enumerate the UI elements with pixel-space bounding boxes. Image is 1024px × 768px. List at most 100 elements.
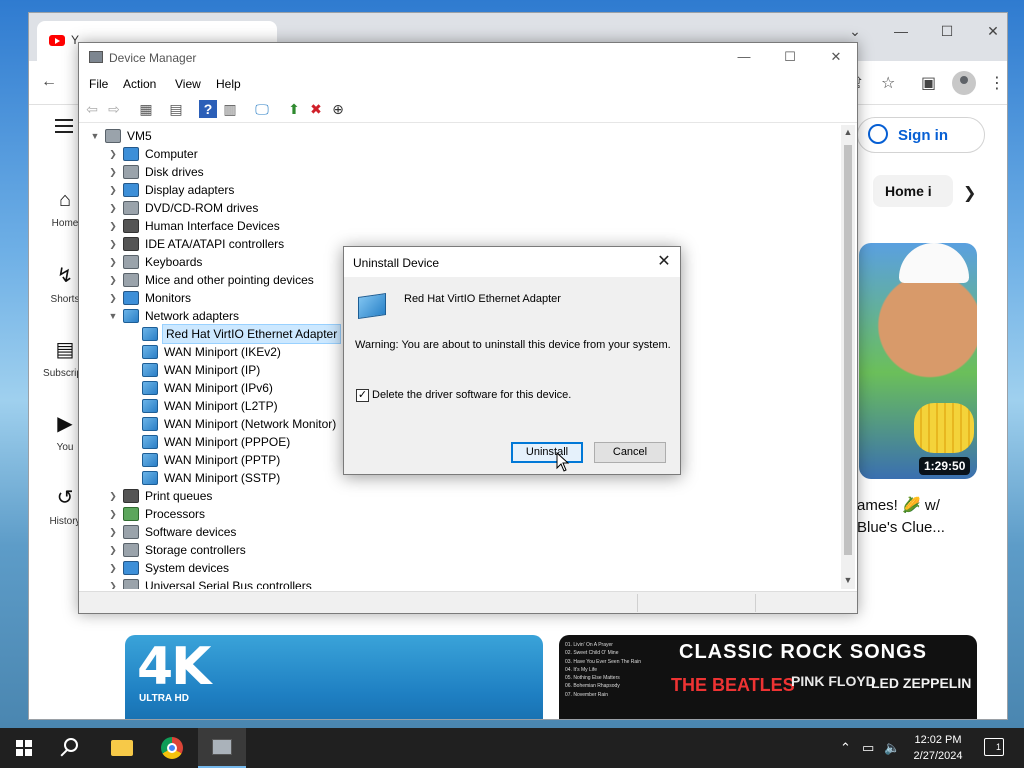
maximize-icon[interactable]: ☐: [933, 23, 961, 40]
notification-icon[interactable]: 1: [984, 738, 1004, 756]
file-explorer-button[interactable]: [98, 728, 146, 768]
back-icon[interactable]: ←: [41, 73, 57, 91]
scan-hardware-icon[interactable]: 🖵: [253, 100, 271, 118]
collapse-icon[interactable]: ▼: [89, 127, 101, 145]
start-button[interactable]: [0, 728, 48, 768]
song-item: 02. Sweet Child O' Mine: [565, 650, 619, 657]
bookmark-star-icon[interactable]: ☆: [881, 73, 895, 93]
expand-icon[interactable]: ❯: [107, 145, 119, 163]
device-manager-icon: [212, 739, 232, 755]
uninstall-device-icon[interactable]: ✖: [307, 100, 325, 118]
chip-home[interactable]: Home i: [873, 175, 953, 207]
expand-icon[interactable]: ❯: [107, 199, 119, 217]
dialog-title-bar: Uninstall Device ✕: [344, 247, 680, 277]
menu-kebab-icon[interactable]: ⋮: [989, 73, 1005, 93]
expand-icon[interactable]: ❯: [107, 505, 119, 523]
tree-label: WAN Miniport (SSTP): [164, 471, 281, 485]
scroll-up-icon[interactable]: ▲: [841, 127, 855, 137]
expand-icon[interactable]: ❯: [107, 559, 119, 577]
network-icon[interactable]: ▭: [862, 740, 874, 756]
tab-search-icon[interactable]: ⌄: [841, 23, 869, 40]
expand-icon[interactable]: ❯: [107, 217, 119, 235]
minimize-icon[interactable]: —: [887, 23, 915, 39]
device-manager-icon: [89, 51, 103, 63]
dialog-device-name: Red Hat VirtIO Ethernet Adapter: [404, 293, 561, 305]
expand-icon[interactable]: ❯: [107, 163, 119, 181]
sign-in-button[interactable]: Sign in: [857, 117, 985, 153]
delete-driver-checkbox[interactable]: ✓: [356, 389, 369, 402]
hamburger-menu-icon[interactable]: [55, 119, 73, 133]
disable-device-icon[interactable]: ⊕: [329, 100, 347, 118]
menu-file[interactable]: File: [89, 77, 108, 91]
dialog-warning: Warning: You are about to uninstall this…: [355, 339, 671, 351]
vertical-scrollbar[interactable]: ▲ ▼: [841, 125, 855, 589]
close-icon[interactable]: ✕: [654, 252, 674, 272]
video-thumbnail-4k[interactable]: 4K ULTRA HD: [125, 635, 543, 719]
tree-label: WAN Miniport (L2TP): [164, 399, 278, 413]
device-category-icon: [123, 147, 139, 161]
device-category-icon: [142, 399, 158, 413]
update-driver-icon[interactable]: ⬆: [285, 100, 303, 118]
maximize-icon[interactable]: ☐: [767, 49, 813, 65]
device-manager-taskbar-button[interactable]: [198, 728, 246, 768]
resources-icon[interactable]: ▥: [221, 100, 239, 118]
chrome-icon: [161, 737, 183, 759]
delete-driver-label[interactable]: Delete the driver software for this devi…: [372, 389, 571, 401]
close-icon[interactable]: ✕: [813, 49, 859, 65]
thumbnail-uhd-text: ULTRA HD: [139, 693, 189, 704]
menu-view[interactable]: View: [175, 77, 201, 91]
volume-muted-icon[interactable]: 🔈: [884, 740, 900, 756]
device-category-icon: [123, 183, 139, 197]
properties-icon[interactable]: ▤: [167, 100, 185, 118]
minimize-icon[interactable]: —: [721, 49, 767, 64]
expand-icon[interactable]: ❯: [107, 541, 119, 559]
clock[interactable]: 12:02 PM 2/27/2024: [900, 732, 976, 764]
uninstall-button[interactable]: Uninstall: [511, 442, 583, 463]
chevron-right-icon[interactable]: ❯: [963, 183, 976, 203]
video-thumbnail[interactable]: [859, 243, 977, 479]
expand-icon[interactable]: ❯: [107, 271, 119, 289]
tree-label: Processors: [145, 507, 206, 521]
cancel-button[interactable]: Cancel: [594, 442, 666, 463]
device-category-icon: [142, 417, 158, 431]
youtube-icon: [49, 35, 65, 46]
side-panel-icon[interactable]: ▣: [921, 73, 936, 93]
menu-help[interactable]: Help: [216, 77, 241, 91]
expand-icon[interactable]: ❯: [107, 523, 119, 541]
expand-icon[interactable]: ❯: [107, 487, 119, 505]
device-category-icon: [123, 219, 139, 233]
back-icon[interactable]: ⇦: [83, 100, 101, 118]
search-button[interactable]: [48, 728, 96, 768]
device-category-icon: [123, 507, 139, 521]
close-icon[interactable]: ✕: [979, 23, 1007, 40]
menu-action[interactable]: Action: [123, 77, 156, 91]
video-title[interactable]: ames! 🌽 w/ Blue's Clue...: [857, 495, 1007, 539]
scroll-down-icon[interactable]: ▼: [841, 575, 855, 585]
chrome-taskbar-button[interactable]: [148, 728, 196, 768]
scroll-thumb[interactable]: [844, 145, 852, 555]
expand-icon[interactable]: ❯: [107, 577, 119, 589]
expand-icon[interactable]: ❯: [107, 235, 119, 253]
profile-avatar-icon[interactable]: [952, 71, 976, 95]
help-icon[interactable]: ?: [199, 100, 217, 118]
windows-logo-icon: [16, 740, 32, 756]
device-category-icon: [123, 543, 139, 557]
tree-label: Print queues: [145, 489, 213, 503]
device-category-icon: [123, 165, 139, 179]
chevron-up-icon[interactable]: ⌃: [840, 740, 851, 756]
video-thumbnail-rock[interactable]: 01. Livin' On A Prayer 02. Sweet Child O…: [559, 635, 977, 719]
tree-label: Software devices: [145, 525, 237, 539]
uninstall-device-dialog: Uninstall Device ✕ Red Hat VirtIO Ethern…: [343, 246, 681, 475]
device-category-icon: [142, 381, 158, 395]
tree-label: WAN Miniport (Network Monitor): [164, 417, 337, 431]
tree-view-icon[interactable]: ▦: [137, 100, 155, 118]
forward-icon[interactable]: ⇨: [105, 100, 123, 118]
video-title-line: ames! 🌽 w/: [857, 497, 940, 514]
collapse-icon[interactable]: ▼: [107, 307, 119, 325]
device-category-icon: [142, 345, 158, 359]
expand-icon[interactable]: ❯: [107, 289, 119, 307]
expand-icon[interactable]: ❯: [107, 253, 119, 271]
search-icon: [64, 738, 78, 752]
device-category-icon: [142, 435, 158, 449]
expand-icon[interactable]: ❯: [107, 181, 119, 199]
